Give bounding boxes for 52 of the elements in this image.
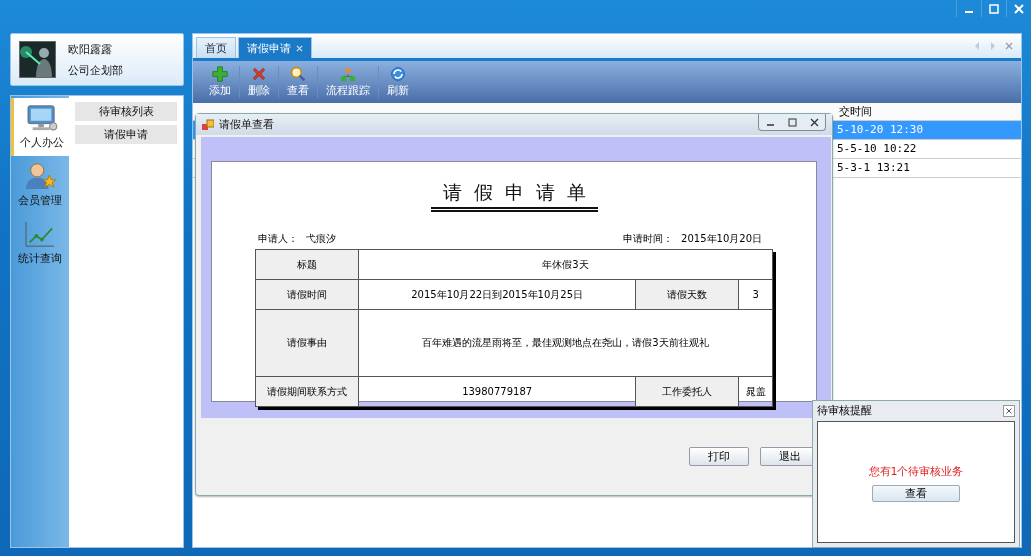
toolbar-button[interactable]: 查看	[279, 66, 318, 98]
column-header[interactable]: 交时间	[839, 103, 872, 120]
toolbar-button[interactable]: 删除	[240, 66, 279, 98]
dialog-button[interactable]: 打印	[689, 447, 749, 466]
maximize-icon[interactable]	[787, 117, 797, 127]
toolbar-button[interactable]: 添加	[201, 66, 240, 98]
table-cell: 3	[738, 279, 773, 310]
table-cell: 请假期间联系方式	[255, 376, 359, 407]
form-heading: 请假申请单	[430, 180, 598, 212]
dialog-title: 请假单查看	[219, 117, 274, 132]
table-cell: 请假天数	[635, 279, 739, 310]
org-chart-icon	[340, 66, 356, 82]
table-cell: 13980779187	[358, 376, 636, 407]
table-cell: 请假时间	[255, 279, 359, 310]
plus-icon	[212, 66, 228, 82]
table-cell: 请假事由	[255, 309, 359, 377]
tab[interactable]: 首页	[196, 37, 236, 58]
table-cell: 2015年10月22日到2015年10月25日	[358, 279, 636, 310]
search-icon	[290, 66, 306, 82]
refresh-icon	[390, 66, 406, 82]
table-cell: 百年难遇的流星雨将至，最佳观测地点在尧山，请假3天前往观礼	[358, 309, 773, 377]
table-cell: 工作委托人	[635, 376, 739, 407]
table-cell-text: 5-5-10 10:22	[837, 141, 917, 157]
table-cell-text: 5-3-1 13:21	[837, 160, 910, 176]
applicant-name: 弋痕汐	[306, 233, 336, 244]
submenu-item[interactable]: 待审核列表	[75, 102, 177, 121]
nav-item[interactable]: 统计查询	[11, 214, 69, 272]
field-label: 申请人：	[258, 233, 298, 244]
window-icon	[202, 118, 214, 131]
table-cell: 晁盖	[738, 376, 773, 407]
monitor-icon	[24, 104, 59, 132]
popup-title: 待审核提醒	[817, 403, 872, 418]
toolbar-button[interactable]: 刷新	[379, 66, 417, 98]
nav-item[interactable]: 会员管理	[11, 156, 69, 214]
application-date: 2015年10月20日	[681, 233, 762, 244]
user-star-icon	[23, 162, 57, 190]
close-icon	[251, 66, 267, 82]
chart-icon	[23, 220, 57, 248]
tab[interactable]: 请假申请	[238, 37, 312, 58]
close-icon[interactable]	[809, 117, 819, 127]
user-department: 公司企划部	[68, 62, 123, 78]
table-cell: 年休假3天	[358, 249, 773, 280]
close-icon[interactable]	[1003, 404, 1015, 417]
submenu-item[interactable]: 请假申请	[75, 125, 177, 144]
nav-item[interactable]: 个人办公	[11, 98, 69, 156]
table-cell: 标题	[255, 249, 359, 280]
field-label: 申请时间：	[623, 233, 674, 244]
table-cell-text: 5-10-20 12:30	[837, 122, 924, 138]
toolbar-button[interactable]: 流程跟踪	[318, 66, 379, 98]
user-name: 欧阳露露	[68, 41, 113, 57]
reminder-message: 您有1个待审核业务	[868, 464, 964, 479]
view-button[interactable]: 查看	[872, 485, 960, 502]
